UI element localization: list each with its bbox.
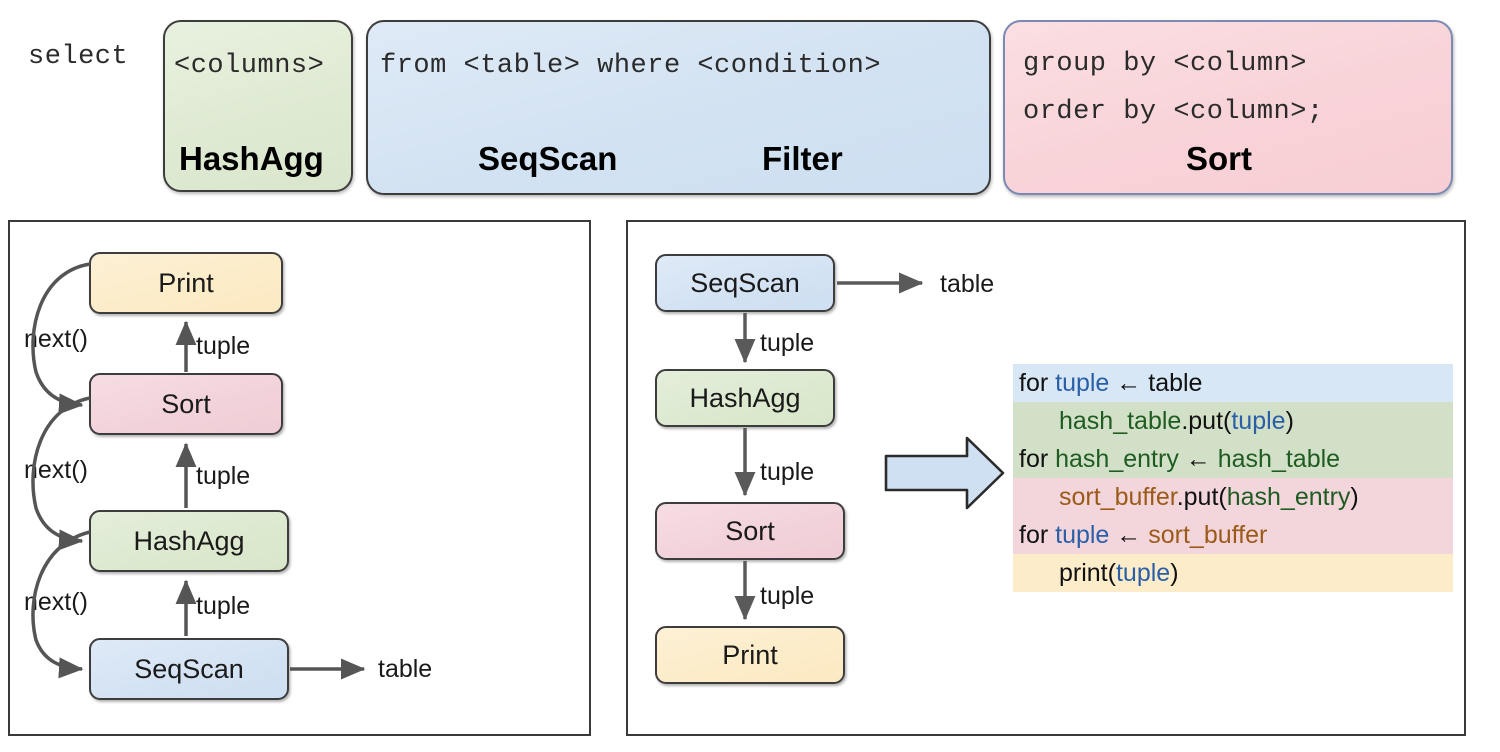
node-sort-left[interactable]: Sort [89,373,283,435]
operator-label-sort: Sort [1186,140,1252,177]
sql-keyword-select: select [28,42,129,72]
code-token: .put( [1176,483,1227,511]
sql-fragment-text-sort-line1: group by <column> [1023,49,1307,79]
sql-fragment-text-hashagg: <columns> [174,51,325,81]
node-print-right[interactable]: Print [655,626,845,684]
node-hashagg-right[interactable]: HashAgg [655,369,835,427]
node-seqscan-left[interactable]: SeqScan [89,638,289,700]
node-hashagg-left[interactable]: HashAgg [89,510,289,572]
operator-label-seqscan: SeqScan [478,140,618,177]
sql-fragment-sort[interactable]: group by <column> order by <column>; Sor… [1003,20,1453,195]
node-sort-right[interactable]: Sort [655,502,845,560]
code-line: print(tuple) [1013,561,1499,586]
edge-label-tuple-3: tuple [196,592,251,620]
code-token: ) [1350,483,1359,511]
code-token: tuple [1231,407,1286,435]
sql-query-row: select <columns> HashAgg from <table> wh… [0,0,1500,210]
edge-label-tuple-right-2: tuple [760,458,815,486]
code-token: for [1019,521,1056,549]
code-token: for [1019,445,1056,473]
code-token: ) [1170,559,1179,587]
code-token: ← [1109,521,1149,549]
code-token: ) [1285,407,1294,435]
edge-label-tuple-right-1: tuple [760,329,815,357]
code-token: tuple [1055,369,1110,397]
code-line: for hash_entry ← hash_table [1013,447,1459,472]
edge-label-tuple-2: tuple [196,462,251,490]
operator-label-filter: Filter [762,140,843,177]
sql-fragment-hashagg[interactable]: <columns> HashAgg [163,20,353,192]
edge-label-table-right: table [940,270,995,298]
code-token: print( [1059,559,1116,587]
code-token: ← [1178,445,1218,473]
sql-fragment-text-sort-line2: order by <column>; [1023,97,1324,127]
generated-code-block: for tuple ← table hash_table.put(tuple) fo… [1013,364,1453,594]
code-token: ← [1109,369,1149,397]
edge-label-next-1: next() [24,325,88,353]
code-token: hash_entry [1226,483,1351,511]
code-token: hash_table [1217,445,1341,473]
edge-label-tuple-1: tuple [196,332,251,360]
code-line: for tuple ← sort_buffer [1013,523,1459,548]
code-token: sort_buffer [1059,483,1177,511]
code-token: hash_table [1059,407,1182,435]
node-print-left[interactable]: Print [89,252,283,314]
sql-fragment-seqscan[interactable]: from <table> where <condition> SeqScan F… [366,20,991,195]
node-seqscan-right[interactable]: SeqScan [655,254,835,312]
sql-fragment-text-seqscan: from <table> where <condition> [380,51,882,81]
code-token: hash_entry [1055,445,1179,473]
operator-label-hashagg: HashAgg [179,140,324,177]
edge-label-tuple-right-3: tuple [760,582,815,610]
edge-label-next-2: next() [24,456,88,484]
code-line: hash_table.put(tuple) [1013,409,1499,434]
code-token: tuple [1055,521,1110,549]
code-token: for [1019,369,1056,397]
code-line: sort_buffer.put(hash_entry) [1013,485,1499,510]
edge-label-next-3: next() [24,588,88,616]
edge-label-table-left: table [378,655,433,683]
code-token: .put( [1181,407,1232,435]
code-token: sort_buffer [1148,521,1268,549]
code-token: table [1148,369,1203,397]
code-token: tuple [1115,559,1171,587]
code-line: for tuple ← table [1013,371,1459,396]
